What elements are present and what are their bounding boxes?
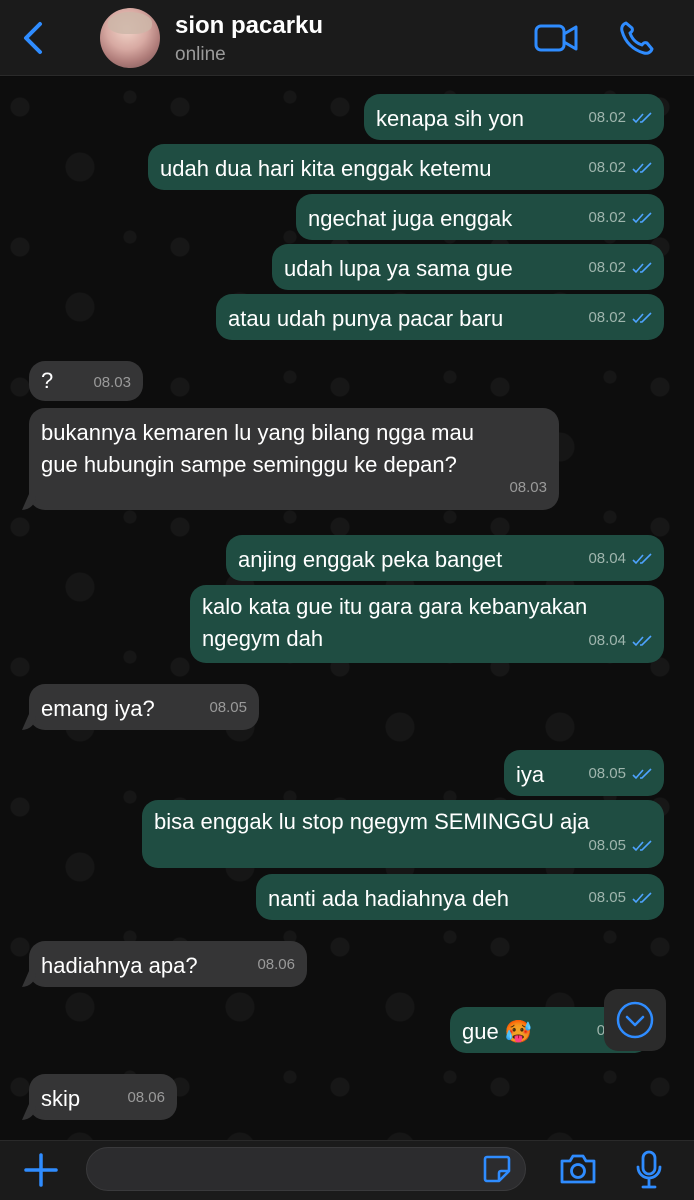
back-button[interactable] — [14, 18, 54, 58]
phone-icon — [620, 21, 654, 55]
message-text: hadiahnya apa? — [41, 953, 198, 978]
message-meta: 08.04 — [588, 543, 652, 575]
message-meta: 08.03 — [509, 472, 547, 504]
message-outgoing[interactable]: udah lupa ya sama gue 08.02 — [272, 244, 664, 290]
read-ticks-icon — [632, 262, 652, 274]
message-time: 08.03 — [509, 479, 547, 496]
message-meta: 08.05 — [588, 758, 652, 790]
message-time: 08.06 — [257, 956, 295, 973]
message-text: gue 🥵 — [462, 1019, 533, 1044]
message-meta: 08.02 — [588, 102, 652, 134]
message-meta: 08.05 — [588, 830, 652, 862]
message-input[interactable] — [86, 1147, 526, 1191]
voice-call-button[interactable] — [617, 18, 663, 58]
voice-message-button[interactable] — [634, 1149, 664, 1196]
message-outgoing[interactable]: nanti ada hadiahnya deh 08.05 — [256, 874, 664, 920]
message-time: 08.02 — [588, 209, 626, 226]
sticker-button[interactable] — [481, 1153, 513, 1190]
message-meta: 08.02 — [588, 302, 652, 334]
message-outgoing[interactable]: kenapa sih yon 08.02 — [364, 94, 664, 140]
message-text: emang iya? — [41, 696, 155, 721]
message-time: 08.04 — [588, 632, 626, 649]
contact-status: online — [175, 44, 226, 65]
message-outgoing[interactable]: atau udah punya pacar baru 08.02 — [216, 294, 664, 340]
message-meta: 08.06 — [257, 949, 295, 981]
message-meta: 08.02 — [588, 252, 652, 284]
message-outgoing[interactable]: kalo kata gue itu gara gara kebanyakan n… — [190, 585, 664, 663]
message-text-line1: kalo kata gue itu gara gara kebanyakan — [202, 594, 588, 619]
message-meta: 08.02 — [588, 202, 652, 234]
video-camera-icon — [534, 24, 578, 52]
message-meta: 08.05 — [209, 692, 247, 724]
message-text: skip — [41, 1086, 81, 1111]
message-outgoing[interactable]: ngechat juga enggak 08.02 — [296, 194, 664, 240]
plus-icon — [24, 1153, 58, 1187]
message-meta: 08.02 — [588, 152, 652, 184]
message-time: 08.02 — [588, 159, 626, 176]
message-text-line1: bukannya kemaren lu yang bilang ngga mau — [41, 420, 474, 445]
message-text-line2: gue hubungin sampe seminggu ke depan? — [41, 452, 457, 477]
message-text: udah lupa ya sama gue — [284, 256, 513, 281]
read-ticks-icon — [632, 212, 652, 224]
read-ticks-icon — [632, 112, 652, 124]
message-time: 08.05 — [588, 765, 626, 782]
chevron-left-icon — [24, 22, 42, 54]
message-text: bisa enggak lu stop ngegym SEMINGGU aja — [154, 809, 590, 834]
message-meta: 08.05 — [588, 882, 652, 914]
message-time: 08.04 — [588, 550, 626, 567]
message-text: udah dua hari kita enggak ketemu — [160, 156, 492, 181]
message-text: atau udah punya pacar baru — [228, 306, 504, 331]
attach-button[interactable] — [22, 1151, 60, 1194]
message-text: ? — [41, 368, 54, 393]
read-ticks-icon — [632, 892, 652, 904]
message-time: 08.02 — [588, 309, 626, 326]
camera-button[interactable] — [558, 1151, 598, 1192]
chevron-down-circle-icon — [616, 1001, 654, 1039]
read-ticks-icon — [632, 635, 652, 647]
message-time: 08.05 — [588, 837, 626, 854]
message-outgoing[interactable]: anjing enggak peka banget 08.04 — [226, 535, 664, 581]
message-time: 08.02 — [588, 259, 626, 276]
contact-avatar[interactable] — [100, 8, 160, 68]
message-composer — [0, 1140, 694, 1200]
message-incoming[interactable]: hadiahnya apa? 08.06 — [29, 941, 307, 987]
read-ticks-icon — [632, 312, 652, 324]
microphone-icon — [636, 1150, 662, 1189]
message-incoming[interactable]: ? 08.03 — [29, 361, 143, 401]
message-outgoing[interactable]: iya 08.05 — [504, 750, 664, 796]
message-time: 08.02 — [588, 109, 626, 126]
message-time: 08.05 — [588, 889, 626, 906]
message-text: kenapa sih yon — [376, 106, 524, 131]
message-text: ngechat juga enggak — [308, 206, 513, 231]
message-text: nanti ada hadiahnya deh — [268, 886, 509, 911]
message-meta: 08.03 — [93, 369, 131, 397]
message-incoming[interactable]: skip 08.06 — [29, 1074, 177, 1120]
message-text: iya — [516, 762, 545, 787]
message-meta: 08.06 — [127, 1082, 165, 1114]
message-outgoing[interactable]: udah dua hari kita enggak ketemu 08.02 — [148, 144, 664, 190]
read-ticks-icon — [632, 162, 652, 174]
message-text: anjing enggak peka banget — [238, 547, 503, 572]
read-ticks-icon — [632, 768, 652, 780]
message-time: 08.06 — [127, 1089, 165, 1106]
read-ticks-icon — [632, 553, 652, 565]
message-meta: 08.04 — [588, 625, 652, 657]
sticker-icon — [483, 1155, 511, 1183]
scroll-to-bottom-button[interactable] — [604, 989, 666, 1051]
contact-name[interactable]: sion pacarku — [175, 12, 323, 40]
message-outgoing[interactable]: bisa enggak lu stop ngegym SEMINGGU aja … — [142, 800, 664, 868]
chat-header: sion pacarku online — [0, 0, 694, 76]
message-time: 08.03 — [93, 374, 131, 391]
camera-icon — [560, 1154, 596, 1184]
chat-area[interactable]: kenapa sih yon 08.02 udah dua hari kita … — [0, 77, 694, 1140]
message-incoming[interactable]: emang iya? 08.05 — [29, 684, 259, 730]
message-time: 08.05 — [209, 699, 247, 716]
video-call-button[interactable] — [533, 18, 579, 58]
message-incoming[interactable]: bukannya kemaren lu yang bilang ngga mau… — [29, 408, 559, 510]
read-ticks-icon — [632, 840, 652, 852]
message-text-line2: ngegym dah — [202, 626, 324, 651]
